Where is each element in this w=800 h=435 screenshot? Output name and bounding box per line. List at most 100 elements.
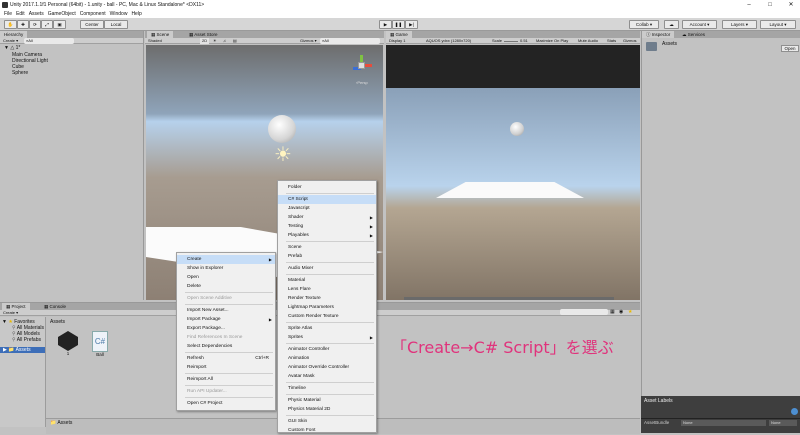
variant-dropdown[interactable]: None [769,420,797,426]
scene-gizmo-icon[interactable] [351,55,373,77]
filter-by-label-icon[interactable]: ◉ [619,309,623,315]
menu-item-timeline[interactable]: Timeline [278,384,376,393]
menu-item-shader[interactable]: Shader ▶ [278,213,376,222]
menu-item-open[interactable]: Open [177,273,275,282]
tab-game[interactable]: ▦ Game [386,31,412,38]
menu-item-animator-controller[interactable]: Animator Controller [278,345,376,354]
hand-tool-icon[interactable]: ✋ [4,20,17,29]
menu-item-prefab[interactable]: Prefab [278,252,376,261]
menu-item-avatar-mask[interactable]: Avatar Mask [278,372,376,381]
2d-toggle[interactable]: 2D [200,38,210,44]
space-toggle[interactable]: Local [104,20,128,29]
menu-item-show-in-explorer[interactable]: Show in Explorer [177,264,275,273]
menu-item-scene[interactable]: Scene [278,243,376,252]
menu-item-folder[interactable]: Folder [278,183,376,192]
shading-dropdown[interactable]: Shaded [148,38,162,44]
menu-item-delete[interactable]: Delete [177,282,275,291]
menu-item-animation[interactable]: Animation [278,354,376,363]
favorite-star-icon[interactable]: ★ [628,309,632,315]
fav-all-prefabs[interactable]: ⚲ All Prefabs [12,337,41,343]
layers-dropdown[interactable]: Layers ▾ [722,20,757,29]
tab-hierarchy[interactable]: Hierarchy [0,31,28,38]
menu-item-reimport-all[interactable]: Reimport All [177,375,275,384]
game-gizmos-dropdown[interactable]: Gizmos [623,38,637,44]
tab-services[interactable]: ☁ Services [678,31,710,38]
layout-dropdown[interactable]: Layout ▾ [760,20,796,29]
menu-item-animator-override-controller[interactable]: Animator Override Controller [278,363,376,372]
effects-toggle-icon[interactable]: ▤ [233,38,237,44]
stats-toggle[interactable]: Stats [607,38,616,44]
maximize-on-play-toggle[interactable]: Maximize On Play [536,38,568,44]
menu-item-export-package[interactable]: Export Package... [177,324,275,333]
scene-root[interactable]: ▼ △ 1* [4,45,20,51]
assetbundle-dropdown[interactable]: None [681,420,766,426]
menu-item-import-new-asset[interactable]: Import New Asset... [177,306,275,315]
lighting-toggle-icon[interactable]: ☀ [213,38,217,44]
menu-item-physics-material-2d[interactable]: Physics Material 2D [278,405,376,414]
menu-item-audio-mixer[interactable]: Audio Mixer [278,264,376,273]
audio-toggle-icon[interactable]: ♫ [223,38,226,44]
menu-item-lens-flare[interactable]: Lens Flare [278,285,376,294]
menu-gameobject[interactable]: GameObject [48,10,76,18]
menu-item-custom-render-texture[interactable]: Custom Render Texture [278,312,376,321]
menu-item-playables[interactable]: Playables ▶ [278,231,376,240]
move-tool-icon[interactable]: ✚ [17,20,29,29]
menu-item-select-dependencies[interactable]: Select Dependencies [177,342,275,351]
project-search-input[interactable] [560,309,608,315]
pivot-toggle[interactable]: Center [80,20,104,29]
project-create-button[interactable]: Create ▾ [3,310,18,316]
menu-item-reimport[interactable]: Reimport [177,363,275,372]
menu-item-physic-material[interactable]: Physic Material [278,396,376,405]
asset-tile-scene[interactable]: 1 [56,331,80,356]
menu-item-open-c-project[interactable]: Open C# Project [177,399,275,408]
step-icon[interactable]: ▶| [405,20,418,29]
pause-icon[interactable]: ❚❚ [392,20,405,29]
resolution-dropdown[interactable]: AQUOS ydxx (1280x720) [426,38,471,44]
tab-asset-store[interactable]: ▦ Asset Store [185,31,222,38]
menu-item-render-texture[interactable]: Render Texture [278,294,376,303]
menu-item-sprite-atlas[interactable]: Sprite Atlas [278,324,376,333]
filter-by-type-icon[interactable]: ▦ [610,309,615,315]
menu-item-lightmap-parameters[interactable]: Lightmap Parameters [278,303,376,312]
asset-tile-ball[interactable]: C# Ball [88,331,112,361]
tab-scene[interactable]: ▦ Scene [147,31,174,38]
menu-item-custom-font[interactable]: Custom Font [278,426,376,435]
collab-button[interactable]: Collab ▾ [629,20,659,29]
account-dropdown[interactable]: Account ▾ [682,20,717,29]
game-view[interactable] [386,45,640,300]
tab-console[interactable]: ▦ Console [40,303,71,310]
menu-item-gui-skin[interactable]: GUI Skin [278,417,376,426]
menu-item-javascript[interactable]: Javascript [278,204,376,213]
menu-component[interactable]: Component [80,10,106,18]
menu-item-create[interactable]: Create ▶ [177,255,275,264]
menu-item-testing[interactable]: Testing ▶ [278,222,376,231]
menu-window[interactable]: Window [110,10,128,18]
mute-audio-toggle[interactable]: Mute Audio [578,38,598,44]
sphere-object[interactable] [268,115,296,143]
game-scrollbar[interactable] [404,297,614,300]
minimize-icon[interactable]: – [742,1,756,9]
scale-tool-icon[interactable]: ⤢ [41,20,53,29]
menu-item-sprites[interactable]: Sprites ▶ [278,333,376,342]
hierarchy-search-input[interactable]: ⌕All [24,38,74,44]
close-icon[interactable]: ✕ [784,1,798,9]
gizmos-dropdown[interactable]: Gizmos ▾ [300,38,317,44]
menu-file[interactable]: File [4,10,12,18]
tree-item-sphere[interactable]: Sphere [12,70,28,76]
play-icon[interactable]: ▶ [379,20,392,29]
menu-item-import-package[interactable]: Import Package ▶ [177,315,275,324]
directional-light-icon[interactable]: ☀ [272,144,294,166]
menu-help[interactable]: Help [131,10,141,18]
label-tag-icon[interactable] [791,408,798,415]
menu-item-c-script[interactable]: C# Script [278,195,376,204]
tab-project[interactable]: ▦ Project [2,303,30,310]
menu-item-material[interactable]: Material [278,276,376,285]
maximize-icon[interactable]: □ [763,1,777,9]
tab-inspector[interactable]: ⓘ Inspector [642,31,675,38]
display-dropdown[interactable]: Display 1 [389,38,405,44]
scene-search-input[interactable]: ⌕All [320,38,380,44]
open-button[interactable]: Open [781,45,799,52]
menu-edit[interactable]: Edit [16,10,25,18]
hierarchy-create-button[interactable]: Create ▾ [3,38,18,44]
cloud-icon[interactable]: ☁ [664,20,679,29]
